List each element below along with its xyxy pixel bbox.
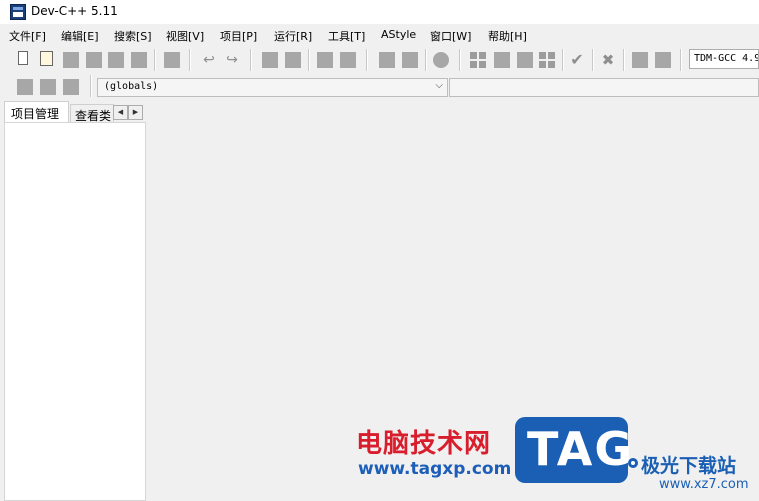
save-all-icon[interactable] bbox=[86, 52, 102, 68]
new-file-icon[interactable] bbox=[18, 51, 28, 65]
watermark-site-name: 电脑技术网 bbox=[356, 429, 492, 459]
menu-tools[interactable]: 工具[T] bbox=[328, 28, 365, 44]
watermark-tag-text: TAG bbox=[527, 422, 635, 476]
project-panel: 项目管理 查看类 ◀ ▶ bbox=[0, 101, 146, 501]
save-icon[interactable] bbox=[63, 52, 79, 68]
tab-project-manager-label: 项目管理 bbox=[11, 107, 60, 121]
menu-help[interactable]: 帮助[H] bbox=[488, 28, 527, 44]
main-toolbar: ↩ ↪ ✔ ✖ bbox=[0, 46, 759, 72]
goto-line-icon[interactable] bbox=[340, 52, 356, 68]
toolbar-separator bbox=[154, 49, 156, 71]
watermark-download-site-name: 极光下载站 bbox=[641, 455, 737, 477]
profile-icon[interactable] bbox=[632, 52, 648, 68]
watermark-download-site-url: www.xz7.com bbox=[659, 477, 749, 492]
menu-project[interactable]: 项目[P] bbox=[220, 28, 257, 44]
close-file-icon[interactable] bbox=[108, 52, 124, 68]
toolbar-separator bbox=[623, 49, 625, 71]
watermark-site-url: www.tagxp.com bbox=[358, 459, 512, 479]
redo-icon[interactable]: ↪ bbox=[224, 52, 240, 68]
close-all-icon[interactable] bbox=[131, 52, 147, 68]
compiler-select[interactable]: TDM-GCC 4.9.2 64-bit Release bbox=[689, 49, 759, 69]
toolbar-separator bbox=[592, 49, 594, 71]
menu-window[interactable]: 窗口[W] bbox=[430, 28, 471, 44]
menu-view[interactable]: 视图[V] bbox=[166, 28, 204, 44]
watermark-dot-icon bbox=[628, 458, 638, 468]
run-icon[interactable] bbox=[494, 52, 510, 68]
devcpp-app-icon bbox=[10, 4, 26, 20]
toolbar-separator bbox=[366, 49, 368, 71]
undo-icon[interactable]: ↩ bbox=[201, 52, 217, 68]
new-class-icon[interactable] bbox=[17, 79, 33, 95]
toolbar-separator bbox=[680, 49, 682, 71]
open-file-icon[interactable] bbox=[40, 51, 53, 66]
debug-icon[interactable] bbox=[655, 52, 671, 68]
compile-icon[interactable] bbox=[470, 52, 486, 68]
toolbar-separator bbox=[250, 49, 252, 71]
indent-icon[interactable] bbox=[379, 52, 395, 68]
toolbar-separator bbox=[425, 49, 427, 71]
chevron-down-icon: ⌵ bbox=[435, 80, 443, 91]
toggle-comment-icon[interactable] bbox=[433, 52, 449, 68]
toolbar-separator bbox=[308, 49, 310, 71]
find-icon[interactable] bbox=[262, 52, 278, 68]
toggle-bookmark-icon[interactable] bbox=[63, 79, 79, 95]
menu-search[interactable]: 搜索[S] bbox=[114, 28, 152, 44]
function-dropdown[interactable] bbox=[449, 78, 759, 97]
window-title: Dev-C++ 5.11 bbox=[31, 4, 118, 18]
toolbar-separator bbox=[459, 49, 461, 71]
tab-scroll-left-icon[interactable]: ◀ bbox=[113, 105, 128, 120]
tab-project-manager[interactable]: 项目管理 bbox=[4, 101, 69, 122]
compiler-select-value: TDM-GCC 4.9.2 64-bit Release bbox=[694, 53, 758, 64]
replace-icon[interactable] bbox=[285, 52, 301, 68]
menu-astyle[interactable]: AStyle bbox=[381, 28, 416, 41]
toolbar-separator bbox=[189, 49, 191, 71]
print-icon[interactable] bbox=[164, 52, 180, 68]
unindent-icon[interactable] bbox=[402, 52, 418, 68]
menu-run[interactable]: 运行[R] bbox=[274, 28, 312, 44]
menu-edit[interactable]: 编辑[E] bbox=[61, 28, 99, 44]
tab-class-view-label: 查看类 bbox=[75, 109, 112, 122]
menu-bar: 文件[F] 编辑[E] 搜索[S] 视图[V] 项目[P] 运行[R] 工具[T… bbox=[0, 26, 759, 45]
tab-scroll-right-icon[interactable]: ▶ bbox=[128, 105, 143, 120]
insert-code-icon[interactable] bbox=[40, 79, 56, 95]
syntax-check-icon[interactable]: ✔ bbox=[569, 52, 585, 68]
toolbar-separator bbox=[562, 49, 564, 71]
rebuild-all-icon[interactable] bbox=[539, 52, 555, 68]
menu-file[interactable]: 文件[F] bbox=[9, 28, 46, 44]
find-next-icon[interactable] bbox=[317, 52, 333, 68]
scope-dropdown[interactable]: (globals) ⌵ bbox=[97, 78, 448, 97]
title-bar: Dev-C++ 5.11 bbox=[0, 0, 759, 24]
watermark-tag-logo: TAG bbox=[515, 417, 632, 483]
tab-class-view[interactable]: 查看类 bbox=[70, 104, 114, 122]
toolbar-separator bbox=[90, 75, 92, 97]
project-tree[interactable] bbox=[4, 122, 146, 501]
stop-execution-icon[interactable]: ✖ bbox=[600, 52, 616, 68]
compile-run-icon[interactable] bbox=[517, 52, 533, 68]
scope-dropdown-value: (globals) bbox=[104, 81, 159, 92]
